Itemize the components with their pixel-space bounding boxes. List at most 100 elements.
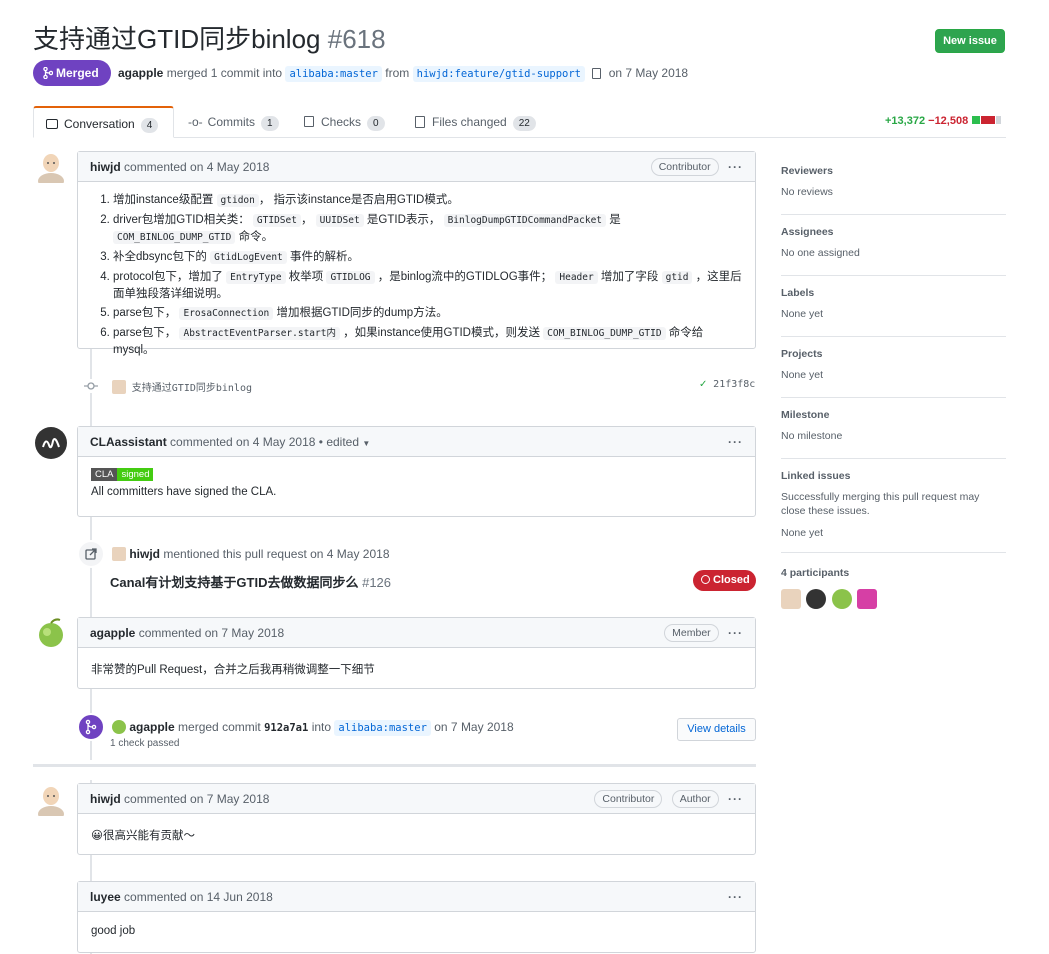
base-branch[interactable]: alibaba:master: [285, 66, 382, 82]
comment-meta[interactable]: commented on 7 May 2018: [139, 626, 284, 640]
change-list-item: parse包下， AbstractEventParser.start内 ，如果i…: [113, 325, 742, 358]
comment-body: CLA signed All committers have signed the…: [78, 457, 755, 508]
merge-author[interactable]: agapple: [129, 720, 174, 734]
closed-state-badge: Closed: [693, 570, 756, 591]
avatar[interactable]: [35, 151, 67, 183]
more-options-icon[interactable]: ···: [728, 435, 743, 449]
participant-avatar[interactable]: [806, 589, 827, 609]
merge-into: into: [311, 720, 332, 734]
sidebar-heading[interactable]: Projects: [781, 348, 1006, 360]
sidebar-projects: Projects None yet: [781, 348, 1006, 398]
pr-author-link[interactable]: agapple: [118, 66, 163, 80]
sidebar-heading[interactable]: Milestone: [781, 409, 1006, 421]
tab-label: Commits: [207, 115, 256, 129]
more-options-icon[interactable]: ···: [728, 626, 743, 640]
tab-count: 4: [140, 118, 159, 133]
merge-author-avatar[interactable]: [112, 720, 126, 734]
more-options-icon[interactable]: ···: [728, 792, 743, 806]
comment-author[interactable]: CLAassistant: [90, 435, 167, 449]
commit-author-avatar[interactable]: [112, 380, 126, 394]
author-association-badge: Member: [664, 624, 719, 642]
pr-number: #618: [327, 24, 386, 54]
checks-passed: 1 check passed: [110, 738, 180, 749]
inline-code: GTIDSet: [252, 214, 301, 227]
participant-avatar[interactable]: [857, 589, 878, 609]
sidebar-value: None yet: [781, 369, 824, 381]
change-list-item: parse包下， ErosaConnection 增加根据GTID同步的dump…: [113, 305, 742, 322]
comment-header: hiwjd commented on 7 May 2018 Contributo…: [78, 784, 755, 814]
chevron-down-icon[interactable]: ▼: [362, 439, 370, 448]
participant-avatar[interactable]: [781, 589, 801, 609]
diff-deletions: −12,508: [928, 115, 969, 127]
merge-text: merged commit: [178, 720, 261, 734]
sidebar-heading[interactable]: Reviewers: [781, 165, 1006, 177]
list-text: 增加根据GTID同步的dump方法。: [273, 307, 448, 319]
sidebar-heading[interactable]: Assignees: [781, 226, 1006, 238]
check-icon[interactable]: ✓: [699, 379, 707, 390]
tab-conversation[interactable]: Conversation 4: [33, 106, 174, 138]
tab-commits[interactable]: -o- Commits 1: [188, 106, 279, 138]
list-text: 事件的解析。: [286, 251, 359, 263]
comment-header: luyee commented on 14 Jun 2018 ···: [78, 882, 755, 912]
comment-header: CLAassistant commented on 4 May 2018 • e…: [78, 427, 755, 457]
avatar[interactable]: [35, 784, 67, 816]
comment-meta[interactable]: commented on 14 Jun 2018: [124, 890, 273, 904]
comment-text: 😀很高兴能有贡献～: [91, 830, 195, 842]
tab-files-changed[interactable]: Files changed 22: [415, 106, 536, 138]
merge-sha[interactable]: 912a7a1: [264, 722, 308, 734]
tab-count: 1: [261, 116, 279, 131]
participant-avatar[interactable]: [831, 589, 852, 609]
tab-checks[interactable]: Checks 0: [304, 106, 385, 138]
commit-sha[interactable]: 21f3f8c: [713, 379, 755, 390]
sidebar-value: No reviews: [781, 186, 833, 198]
sidebar-milestone: Milestone No milestone: [781, 409, 1006, 459]
sidebar-reviewers: Reviewers No reviews: [781, 165, 1006, 215]
cla-badge[interactable]: CLA signed: [91, 468, 742, 481]
comment-author[interactable]: luyee: [90, 890, 121, 904]
diff-block-green: [972, 116, 981, 124]
referenced-issue-number[interactable]: #126: [362, 575, 391, 590]
referenced-issue-title[interactable]: Canal有计划支持基于GTID去做数据同步么: [110, 575, 358, 590]
referenced-issue: Canal有计划支持基于GTID去做数据同步么 #126: [110, 572, 391, 591]
change-list-item: 补全dbsync包下的 GtidLogEvent 事件的解析。: [113, 249, 742, 266]
comment-meta[interactable]: commented on 4 May 2018 • edited: [170, 435, 359, 449]
diff-block-grey: [996, 116, 1002, 124]
comment-text: 非常赞的Pull Request，合并之后我再稍微调整一下细节: [91, 664, 375, 676]
comment-meta[interactable]: commented on 7 May 2018: [124, 792, 269, 806]
list-text: 增加了字段: [597, 271, 662, 283]
comment-author[interactable]: hiwjd: [90, 160, 121, 174]
merge-branch[interactable]: alibaba:master: [334, 720, 431, 736]
mention-author-avatar[interactable]: [112, 547, 126, 561]
list-text: 是: [606, 214, 621, 226]
comment-body: good job: [78, 912, 755, 947]
mention-author[interactable]: hiwjd: [129, 547, 160, 561]
merge-event-icon: [77, 713, 105, 741]
author-association-badge: Contributor: [650, 158, 719, 176]
tab-label: Checks: [321, 115, 362, 129]
commit-message[interactable]: 支持通过GTID同步binlog: [132, 383, 252, 394]
more-options-icon[interactable]: ···: [728, 890, 743, 904]
list-text: 补全dbsync包下的: [113, 251, 211, 263]
inline-code: GtidLogEvent: [210, 251, 287, 264]
sidebar-heading[interactable]: Linked issues: [781, 470, 1006, 482]
comment-header: hiwjd commented on 4 May 2018 Contributo…: [78, 152, 755, 182]
avatar[interactable]: [35, 617, 67, 649]
sidebar-value: None yet: [781, 527, 824, 539]
sidebar-heading[interactable]: Labels: [781, 287, 1006, 299]
comment-author[interactable]: hiwjd: [90, 792, 121, 806]
inline-code: BinlogDumpGTIDCommandPacket: [443, 214, 607, 227]
tab-label: Conversation: [64, 117, 135, 131]
change-list-item: driver包增加GTID相关类： GTIDSet， UUIDSet 是GTID…: [113, 212, 742, 246]
copy-icon[interactable]: [592, 68, 602, 79]
more-options-icon[interactable]: ···: [728, 160, 743, 174]
merged-label: Merged: [56, 66, 99, 80]
view-details-button[interactable]: View details: [677, 718, 756, 741]
head-branch[interactable]: hiwjd:feature/gtid-support: [412, 66, 586, 82]
list-text: 枚举项: [285, 271, 327, 283]
comment-author[interactable]: agapple: [90, 626, 135, 640]
comment-meta[interactable]: commented on 4 May 2018: [124, 160, 269, 174]
closed-label: Closed: [713, 574, 750, 586]
avatar[interactable]: [35, 427, 67, 459]
merge-icon: [43, 66, 54, 80]
new-issue-button[interactable]: New issue: [935, 29, 1005, 53]
